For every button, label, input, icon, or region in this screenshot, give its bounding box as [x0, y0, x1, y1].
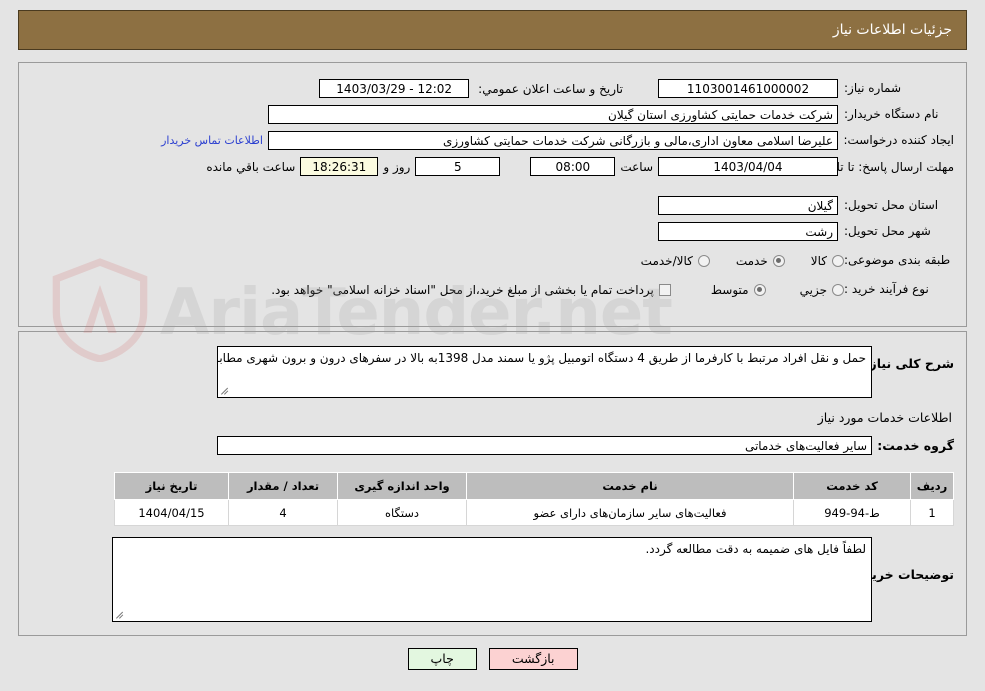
row-description: شرح کلی نیاز: حمل و نقل افراد مرتبط با ک… — [217, 346, 954, 398]
radio-motevaset-label: متوسط — [710, 282, 749, 297]
province-value: گیلان — [658, 196, 838, 215]
action-buttons: بازگشت چاپ — [0, 648, 985, 670]
back-button[interactable]: بازگشت — [488, 648, 578, 670]
description-label: شرح کلی نیاز: — [864, 356, 954, 371]
radio-option-khedmat[interactable]: خدمت — [736, 254, 785, 268]
row-service-group: گروه خدمت: سایر فعالیت‌های خدماتی — [217, 436, 954, 455]
buyer-notes-label: توضیحات خریدار: — [848, 567, 954, 582]
col-quantity: تعداد / مقدار — [228, 472, 338, 500]
services-table: ردیف کد خدمت نام خدمت واحد اندازه گیری ت… — [114, 472, 954, 526]
radio-option-kala[interactable]: کالا — [811, 254, 844, 268]
col-row-no: ردیف — [910, 472, 954, 500]
page-title: جزئیات اطلاعات نیاز — [832, 22, 952, 38]
cell-unit: دستگاه — [337, 499, 467, 526]
cell-service-name: فعالیت‌های سایر سازمان‌های دارای عضو — [466, 499, 794, 526]
description-text: حمل و نقل افراد مرتبط با کارفرما از طریق… — [218, 351, 866, 365]
description-value[interactable]: حمل و نقل افراد مرتبط با کارفرما از طریق… — [217, 346, 872, 398]
radio-kala-khedmat-label: کالا/خدمت — [640, 253, 693, 268]
treasury-checkbox-label: پرداخت تمام یا بخشی از مبلغ خرید،از محل … — [271, 282, 654, 297]
radio-option-jozei[interactable]: جزیي — [800, 283, 844, 297]
cell-quantity: 4 — [228, 499, 338, 526]
city-label: شهر محل تحویل: — [844, 224, 931, 238]
cell-need-date: 1404/04/15 — [114, 499, 229, 526]
buyer-notes-text: لطفاً فایل های ضمیمه به دقت مطالعه گردد. — [645, 542, 866, 556]
treasury-checkbox-icon[interactable] — [658, 283, 671, 296]
process-label: نوع فرآیند خرید : — [844, 282, 929, 296]
public-announce-label: تاریخ و ساعت اعلان عمومي: — [478, 81, 623, 96]
print-button[interactable]: چاپ — [407, 648, 477, 670]
resize-grip-icon[interactable] — [220, 386, 230, 396]
province-label: استان محل تحویل: — [844, 198, 939, 212]
services-section-title: اطلاعات خدمات مورد نیاز — [817, 410, 952, 425]
radio-option-kala-khedmat[interactable]: کالا/خدمت — [641, 254, 710, 268]
public-announce-value: 12:02 - 1403/03/29 — [319, 79, 470, 98]
radio-kala-icon[interactable] — [832, 254, 844, 267]
row-city: شهر محل تحویل: رشت — [658, 222, 954, 241]
table-header-row: ردیف کد خدمت نام خدمت واحد اندازه گیری ت… — [114, 472, 954, 500]
row-buyer-notes: توضیحات خریدار: لطفاً فایل های ضمیمه به … — [112, 537, 954, 622]
hour-label: ساعت — [620, 159, 653, 174]
col-need-date: تاریخ نیاز — [114, 472, 229, 500]
buyer-contact-link[interactable]: اطلاعات تماس خریدار — [161, 134, 263, 147]
radio-kala-label: کالا — [810, 253, 827, 268]
buyer-org-label: نام دستگاه خریدار: — [844, 107, 939, 121]
radio-khedmat-label: خدمت — [735, 253, 768, 268]
days-remaining-value: 5 — [415, 157, 501, 176]
cell-service-code: ط-94-949 — [793, 499, 911, 526]
row-deadline: مهلت ارسال پاسخ: تا تاریخ: 1403/04/04 سا… — [201, 157, 954, 176]
deadline-label: مهلت ارسال پاسخ: تا تاریخ: — [815, 159, 954, 174]
category-label: طبقه بندی موضوعی: — [844, 253, 951, 267]
radio-jozei-label: جزیي — [799, 282, 827, 297]
need-number-label: شماره نیاز: — [844, 81, 901, 95]
radio-kala-khedmat-icon[interactable] — [697, 254, 710, 267]
col-service-name: نام خدمت — [466, 472, 794, 500]
row-category: طبقه بندی موضوعی: کالا خدمت کالا/خدمت — [615, 253, 954, 268]
creator-value: علیرضا اسلامی معاون اداری،مالی و بازرگان… — [268, 131, 838, 150]
radio-khedmat-icon[interactable] — [772, 254, 785, 267]
need-details-panel: شرح کلی نیاز: حمل و نقل افراد مرتبط با ک… — [18, 331, 967, 636]
remaining-label: ساعت باقي مانده — [206, 159, 296, 174]
row-purchase-process: نوع فرآیند خرید : جزیي متوسط پرداخت تمام… — [271, 282, 954, 297]
city-value: رشت — [658, 222, 838, 241]
creator-label: ایجاد کننده درخواست: — [843, 133, 954, 147]
page-header-bar: جزئیات اطلاعات نیاز — [18, 10, 967, 50]
col-service-code: کد خدمت — [793, 472, 911, 500]
buyer-notes-value[interactable]: لطفاً فایل های ضمیمه به دقت مطالعه گردد. — [112, 537, 872, 622]
radio-motevaset-icon[interactable] — [753, 283, 766, 296]
radio-jozei-icon[interactable] — [832, 283, 844, 296]
need-summary-panel: شماره نیاز: 1103001461000002 تاریخ و ساع… — [18, 62, 967, 327]
row-need-number: شماره نیاز: 1103001461000002 تاریخ و ساع… — [319, 79, 954, 98]
row-buyer-org: نام دستگاه خریدار: شرکت خدمات حمایتی کشا… — [268, 105, 954, 124]
treasury-checkbox-option[interactable]: پرداخت تمام یا بخشی از مبلغ خرید،از محل … — [271, 283, 671, 297]
deadline-date-value: 1403/04/04 — [658, 157, 838, 176]
days-label: روز و — [383, 159, 411, 174]
service-group-value: سایر فعالیت‌های خدماتی — [217, 436, 872, 455]
table-row: 1 ط-94-949 فعالیت‌های سایر سازمان‌های دا… — [114, 499, 954, 526]
row-creator: ایجاد کننده درخواست: علیرضا اسلامی معاون… — [161, 131, 954, 150]
service-group-label: گروه خدمت: — [877, 438, 954, 453]
radio-option-motevaset[interactable]: متوسط — [711, 283, 766, 297]
need-number-value: 1103001461000002 — [658, 79, 838, 98]
buyer-org-value: شرکت خدمات حمایتی کشاورزی استان گیلان — [268, 105, 838, 124]
deadline-time-value: 08:00 — [530, 157, 616, 176]
col-unit: واحد اندازه گیری — [337, 472, 467, 500]
cell-row-no: 1 — [910, 499, 954, 526]
time-remaining-value: 18:26:31 — [300, 157, 379, 176]
row-province: استان محل تحویل: گیلان — [658, 196, 954, 215]
resize-grip-icon-notes[interactable] — [115, 610, 125, 620]
page-root: جزئیات اطلاعات نیاز شماره نیاز: 11030014… — [0, 0, 985, 691]
